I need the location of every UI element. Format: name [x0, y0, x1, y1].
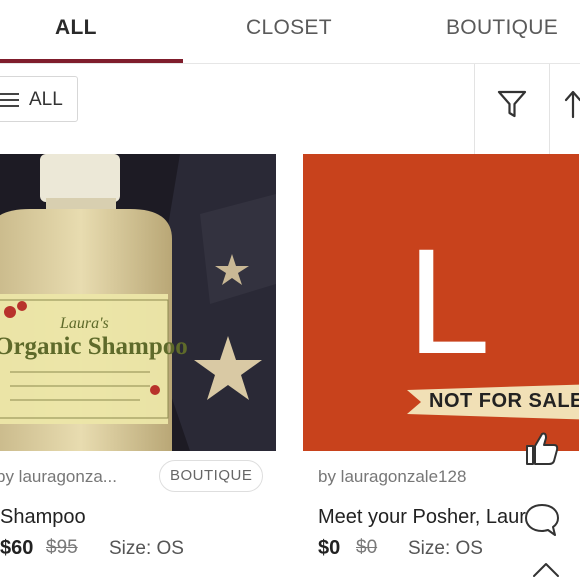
category-filter-label: ALL	[29, 89, 63, 110]
shampoo-photo: Laura's Organic Shampoo	[0, 154, 276, 451]
profile-initial: L	[407, 217, 491, 385]
seller-name[interactable]: by lauragonza...	[0, 467, 117, 487]
not-for-sale-text: NOT FOR SALE	[429, 390, 579, 412]
listing-title[interactable]: Meet your Posher, Laura	[318, 506, 537, 529]
toolbar-divider	[474, 64, 475, 154]
listing-size: Size: OS	[408, 538, 483, 559]
tab-bar: ALL CLOSET BOUTIQUE	[0, 0, 580, 64]
label-product-text: Organic Shampoo	[0, 333, 188, 360]
toolbar-divider	[549, 64, 550, 154]
original-price: $0	[356, 537, 378, 558]
category-filter-button[interactable]: ALL	[0, 76, 78, 122]
comment-icon[interactable]	[522, 500, 562, 540]
listing-card[interactable]: Laura's Organic Shampoo by lauragonza...…	[0, 154, 276, 580]
boutique-badge: BOUTIQUE	[159, 460, 264, 492]
filter-icon[interactable]	[497, 89, 527, 119]
original-price: $95	[46, 537, 78, 558]
label-brand-text: Laura's	[59, 315, 109, 332]
listing-title[interactable]: Shampoo	[0, 506, 86, 529]
tab-all[interactable]: ALL	[55, 16, 97, 40]
listing-price: $60	[0, 537, 34, 559]
listing-price: $0	[318, 537, 341, 559]
share-icon[interactable]	[528, 562, 562, 580]
listing-photo[interactable]: Laura's Organic Shampoo	[0, 154, 276, 451]
seller-name[interactable]: by lauragonzale128	[318, 467, 466, 487]
listing-size: Size: OS	[109, 538, 184, 559]
filter-toolbar: ALL	[0, 64, 580, 154]
thumbs-up-icon[interactable]	[521, 428, 561, 468]
listing-photo[interactable]: L NOT FOR SALE	[303, 154, 579, 451]
menu-icon	[0, 93, 19, 107]
tab-closet[interactable]: CLOSET	[246, 16, 332, 40]
sort-arrow-icon[interactable]	[563, 89, 580, 119]
tab-boutique[interactable]: BOUTIQUE	[446, 16, 558, 40]
